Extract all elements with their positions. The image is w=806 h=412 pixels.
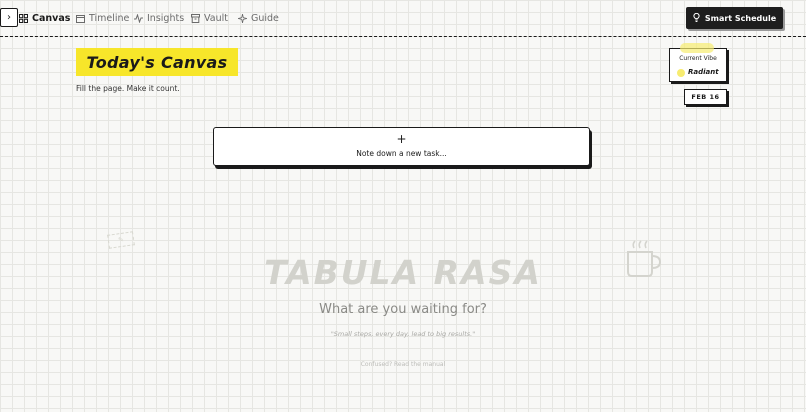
vibe-label: Current Vibe xyxy=(679,55,717,62)
nav-item-label: Timeline xyxy=(89,12,130,24)
vibe-color-dot xyxy=(677,69,685,77)
new-task-label: Note down a new task... xyxy=(356,149,447,158)
page-title-highlight: Today's Canvas xyxy=(76,48,238,76)
nav-item-vault[interactable]: Vault xyxy=(190,10,228,26)
activity-icon xyxy=(133,13,143,23)
nav-item-canvas[interactable]: Canvas xyxy=(18,10,70,26)
smart-schedule-label: Smart Schedule xyxy=(704,13,777,23)
vibe-value: Radiant xyxy=(688,68,719,76)
vibe-glow xyxy=(680,43,714,53)
nav-item-label: Guide xyxy=(251,12,279,24)
lightbulb-icon xyxy=(693,12,700,24)
calendar-icon xyxy=(75,13,85,23)
page-subtitle: Fill the page. Make it count. xyxy=(76,84,180,93)
top-nav: › Canvas Timeline Insights Vault Guide S… xyxy=(0,0,806,37)
empty-state-prompt: What are you waiting for? xyxy=(319,302,487,317)
grid-icon xyxy=(18,13,28,23)
vibe-card[interactable]: Current Vibe Radiant xyxy=(669,43,727,82)
archive-icon xyxy=(190,13,200,23)
nav-item-guide[interactable]: Guide xyxy=(237,10,279,26)
sidebar-toggle-button[interactable]: › xyxy=(0,8,18,27)
date-badge: FEB 16 xyxy=(684,89,727,105)
nav-item-label: Vault xyxy=(204,12,228,24)
smart-schedule-button[interactable]: Smart Schedule xyxy=(686,7,783,29)
nav-item-timeline[interactable]: Timeline xyxy=(75,10,129,26)
page-title: Today's Canvas xyxy=(86,52,228,72)
read-manual-link[interactable]: Confused? Read the manual xyxy=(0,361,806,368)
new-task-button[interactable]: + Note down a new task... xyxy=(213,127,590,166)
plus-icon: + xyxy=(396,132,407,146)
nav-item-label: Insights xyxy=(147,12,185,24)
sparkle-icon xyxy=(237,13,247,23)
empty-state-quote: "Small steps, every day, lead to big res… xyxy=(330,330,476,338)
active-underline xyxy=(31,26,70,29)
empty-state-headline: TABULA RASA xyxy=(264,253,542,292)
nav-item-label: Canvas xyxy=(32,12,71,24)
sticky-note-icon: ✎ xyxy=(107,231,135,249)
nav-item-insights[interactable]: Insights xyxy=(133,10,184,26)
chevron-right-icon: › xyxy=(7,12,11,23)
